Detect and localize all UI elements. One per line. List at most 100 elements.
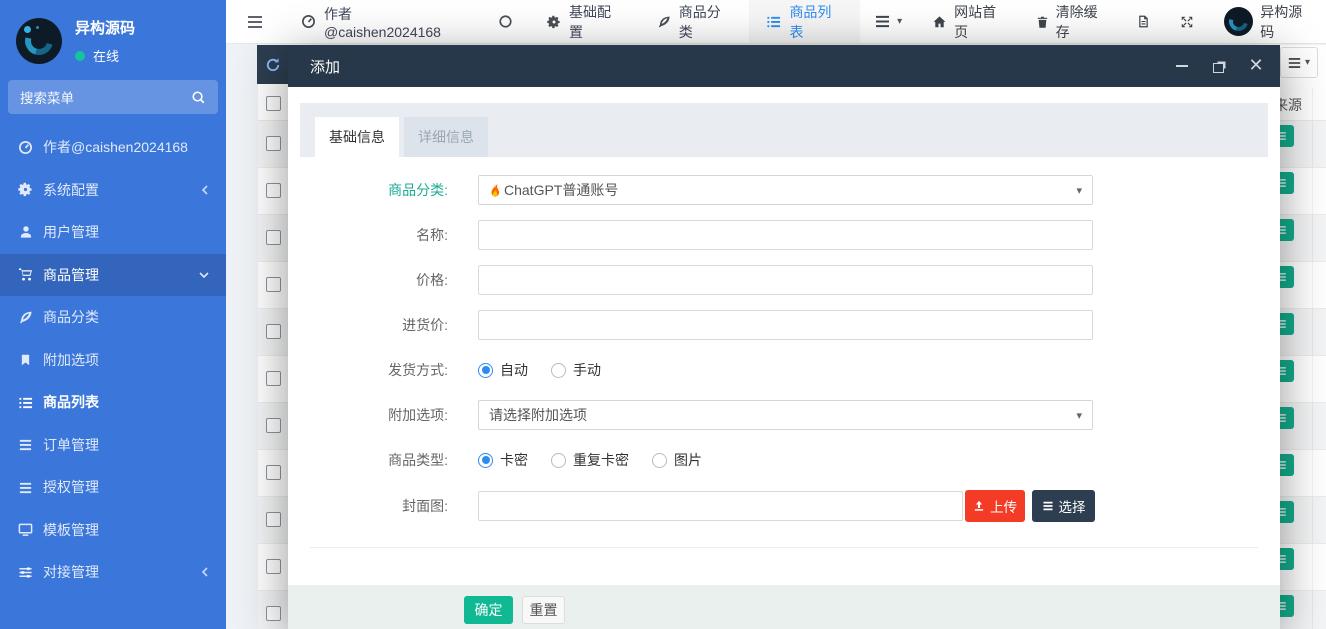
upload-button-label: 上传 bbox=[990, 496, 1017, 516]
nav-tab-label: 商品列表 bbox=[789, 2, 843, 42]
nav-user-menu[interactable]: 异构源码 bbox=[1209, 0, 1326, 43]
chevron-left-icon bbox=[200, 184, 210, 196]
radio-label: 手动 bbox=[573, 360, 601, 380]
sidebar: 异构源码 在线 搜索菜单 作者@caishen2024168 系统配置 bbox=[0, 0, 226, 629]
nav-page-button[interactable] bbox=[1122, 0, 1165, 43]
close-button[interactable]: ✕ bbox=[1246, 56, 1266, 76]
radio-icon bbox=[551, 453, 566, 468]
tab-detail-info[interactable]: 详细信息 bbox=[404, 117, 488, 157]
nav-tab-product-list[interactable]: 商品列表 bbox=[749, 0, 860, 43]
purchase-price-input[interactable] bbox=[478, 310, 1093, 340]
refresh-icon bbox=[265, 57, 281, 73]
row-checkbox[interactable] bbox=[266, 559, 281, 574]
gauge-icon bbox=[301, 14, 316, 29]
addon-label: 附加选项: bbox=[288, 405, 478, 425]
brand-logo bbox=[16, 18, 62, 64]
chevron-left-icon bbox=[200, 566, 210, 578]
sidebar-toggle-button[interactable] bbox=[226, 0, 284, 43]
list-icon bbox=[1042, 500, 1054, 512]
chevron-down-icon bbox=[198, 270, 210, 280]
sidebar-item-integration-management[interactable]: 对接管理 bbox=[0, 551, 226, 594]
radio-label: 卡密 bbox=[500, 450, 528, 470]
nav-tab-product-category[interactable]: 商品分类 bbox=[640, 0, 750, 43]
nav-user-name: 异构源码 bbox=[1260, 2, 1311, 42]
form-separator bbox=[310, 547, 1258, 548]
minimize-button[interactable] bbox=[1172, 56, 1192, 76]
refresh-button[interactable] bbox=[257, 45, 289, 84]
sidebar-item-addon-options[interactable]: 附加选项 bbox=[0, 339, 226, 382]
nav-menu-dropdown[interactable]: ▾ bbox=[860, 0, 917, 43]
price-input[interactable] bbox=[478, 265, 1093, 295]
upload-button[interactable]: 上传 bbox=[965, 490, 1025, 522]
add-product-form: 商品分类: ChatGPT普通账号 ▾ 名称: 价格: 进货价: 发货方 bbox=[288, 157, 1280, 548]
search-icon[interactable] bbox=[191, 90, 206, 105]
radio-type-card[interactable]: 卡密 bbox=[478, 450, 528, 470]
maximize-button[interactable] bbox=[1209, 56, 1229, 76]
sidebar-item-author[interactable]: 作者@caishen2024168 bbox=[0, 126, 226, 169]
row-checkbox[interactable] bbox=[266, 418, 281, 433]
category-select[interactable]: ChatGPT普通账号 ▾ bbox=[478, 175, 1093, 205]
row-checkbox[interactable] bbox=[266, 606, 281, 621]
name-input[interactable] bbox=[478, 220, 1093, 250]
sidebar-menu: 作者@caishen2024168 系统配置 用户管理 商品管理 商品分类 bbox=[0, 126, 226, 594]
row-checkbox[interactable] bbox=[266, 465, 281, 480]
radio-label: 图片 bbox=[674, 450, 702, 470]
sidebar-search-input[interactable]: 搜索菜单 bbox=[8, 80, 218, 114]
tv-icon bbox=[17, 522, 34, 537]
sidebar-item-user-management[interactable]: 用户管理 bbox=[0, 211, 226, 254]
row-checkbox[interactable] bbox=[266, 371, 281, 386]
nav-tab-author[interactable]: 作者@caishen2024168 bbox=[284, 0, 481, 43]
addon-select[interactable]: 请选择附加选项 ▾ bbox=[478, 400, 1093, 430]
form-row-name: 名称: bbox=[288, 220, 1280, 250]
sliders-icon bbox=[17, 565, 34, 580]
gear-icon bbox=[547, 15, 561, 29]
sidebar-item-license-management[interactable]: 授权管理 bbox=[0, 466, 226, 509]
row-checkbox[interactable] bbox=[266, 230, 281, 245]
row-checkbox[interactable] bbox=[266, 136, 281, 151]
modal-header[interactable]: 添加 ✕ bbox=[288, 45, 1280, 87]
form-row-addon: 附加选项: 请选择附加选项 ▾ bbox=[288, 400, 1280, 430]
cover-input[interactable] bbox=[478, 491, 963, 521]
list-icon bbox=[17, 480, 34, 495]
confirm-button[interactable]: 确定 bbox=[464, 596, 513, 624]
nav-tab-label: 作者@caishen2024168 bbox=[324, 4, 464, 40]
nav-home-link[interactable]: 网站首页 bbox=[917, 0, 1021, 43]
row-checkbox[interactable] bbox=[266, 277, 281, 292]
online-status: 在线 bbox=[75, 46, 135, 65]
row-checkbox[interactable] bbox=[266, 324, 281, 339]
radio-delivery-auto[interactable]: 自动 bbox=[478, 360, 528, 380]
columns-dropdown-button[interactable]: ▾ bbox=[1280, 47, 1318, 78]
sidebar-brand-block: 异构源码 在线 bbox=[0, 0, 226, 65]
sidebar-item-system-config[interactable]: 系统配置 bbox=[0, 169, 226, 212]
tab-basic-info[interactable]: 基础信息 bbox=[315, 117, 399, 157]
choose-button[interactable]: 选择 bbox=[1032, 490, 1095, 522]
nav-tab-label: 基础配置 bbox=[569, 2, 623, 42]
radio-icon bbox=[652, 453, 667, 468]
radio-type-image[interactable]: 图片 bbox=[652, 450, 702, 470]
sidebar-item-order-management[interactable]: 订单管理 bbox=[0, 424, 226, 467]
cover-label: 封面图: bbox=[288, 496, 478, 516]
sidebar-item-product-management[interactable]: 商品管理 bbox=[0, 254, 226, 297]
row-checkbox[interactable] bbox=[266, 512, 281, 527]
category-label: 商品分类: bbox=[288, 180, 478, 200]
nav-clear-cache-link[interactable]: 清除缓存 bbox=[1021, 0, 1123, 43]
radio-type-repeat-card[interactable]: 重复卡密 bbox=[551, 450, 629, 470]
bars-icon bbox=[875, 15, 890, 28]
nav-tab-loading[interactable] bbox=[481, 0, 530, 43]
cart-icon bbox=[17, 267, 34, 282]
gear-icon bbox=[17, 182, 34, 197]
sidebar-item-product-list[interactable]: 商品列表 bbox=[0, 381, 226, 424]
sidebar-item-template-management[interactable]: 模板管理 bbox=[0, 509, 226, 552]
modal-tabs: 基础信息 详细信息 bbox=[300, 103, 1268, 157]
reset-button[interactable]: 重置 bbox=[522, 596, 565, 624]
row-checkbox[interactable] bbox=[266, 183, 281, 198]
nav-fullscreen-button[interactable] bbox=[1165, 0, 1209, 43]
radio-delivery-manual[interactable]: 手动 bbox=[551, 360, 601, 380]
select-all-checkbox[interactable] bbox=[266, 96, 281, 111]
form-row-price: 价格: bbox=[288, 265, 1280, 295]
upload-icon bbox=[973, 500, 985, 512]
sidebar-item-label: 作者@caishen2024168 bbox=[43, 137, 188, 157]
addon-placeholder: 请选择附加选项 bbox=[489, 405, 587, 425]
nav-tab-basic-config[interactable]: 基础配置 bbox=[530, 0, 640, 43]
sidebar-item-product-category[interactable]: 商品分类 bbox=[0, 296, 226, 339]
